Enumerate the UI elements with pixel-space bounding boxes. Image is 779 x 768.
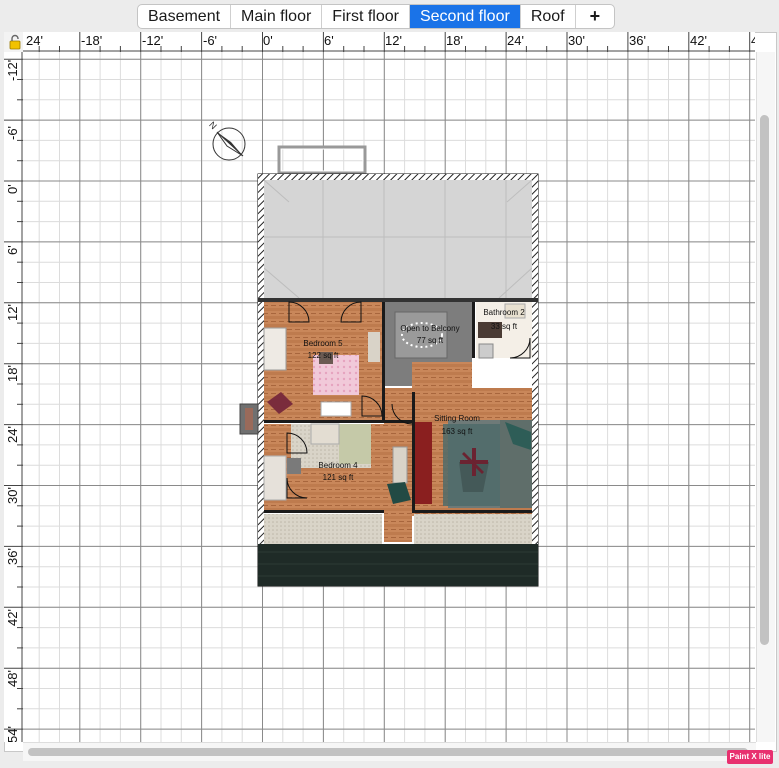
ruler-top-label: -6' [203, 33, 218, 48]
room-name-open-to-balcony: Open to Balcony [400, 324, 459, 333]
ruler-left-label: 30' [5, 487, 20, 504]
watermark-badge: Paint X lite [727, 750, 773, 764]
ruler-left-label: 12' [5, 304, 20, 321]
lock-icon[interactable] [8, 34, 22, 50]
level-tabs: Basement Main floor First floor Second f… [137, 4, 616, 29]
compass-icon: N [207, 120, 246, 161]
horizontal-ruler: 24' -18' -12' -6' 0' 6' 12' 18' 24' 30' … [23, 32, 755, 53]
ruler-left-label: -12' [5, 59, 20, 81]
vertical-ruler: -12' -6' 0' 6' 12' 18' 24' 30' 36' 42' 4… [4, 52, 24, 742]
ruler-top-label: 0' [263, 33, 273, 48]
ruler-top-label: 18' [446, 33, 463, 48]
ruler-left-label: -6' [5, 125, 20, 140]
room-name-bedroom-4: Bedroom 4 [318, 461, 358, 470]
ruler-top-label: 42' [690, 33, 707, 48]
ruler-top-label: 30' [568, 33, 585, 48]
horizontal-scroll-thumb[interactable] [28, 748, 748, 756]
ruler-top-label: 6' [324, 33, 334, 48]
ruler-left-label: 0' [5, 184, 20, 194]
ruler-left-label: 18' [5, 365, 20, 382]
room-area-open-to-balcony: 77 sq ft [417, 336, 444, 345]
ruler-left-label: 54' [5, 726, 20, 742]
tab-basement[interactable]: Basement [138, 5, 232, 28]
ruler-top-label: 4 [751, 33, 755, 48]
ruler-left-label: 42' [5, 609, 20, 626]
ruler-top-label: -18' [81, 33, 103, 48]
room-name-sitting-room: Sitting Room [434, 414, 480, 423]
add-level-button[interactable]: + [576, 5, 615, 28]
room-area-bedroom-4: 121 sq ft [323, 473, 354, 482]
tab-second-floor[interactable]: Second floor [409, 5, 521, 28]
ruler-top-label: 36' [629, 33, 646, 48]
floor-plan-drawing: N Bedroom 5 122 sq ft Open to Balcony 77… [23, 52, 755, 742]
tab-main-floor[interactable]: Main floor [231, 5, 323, 28]
svg-text:N: N [207, 120, 219, 132]
room-name-bedroom-5: Bedroom 5 [303, 339, 343, 348]
ruler-left-label: 36' [5, 548, 20, 565]
ruler-top-label: 12' [385, 33, 402, 48]
ruler-top-label: 24' [26, 33, 43, 48]
ruler-top-label: 24' [507, 33, 524, 48]
room-area-bedroom-5: 122 sq ft [308, 351, 339, 360]
tab-roof[interactable]: Roof [521, 5, 576, 28]
room-area-bathroom-2: 33 sq ft [491, 322, 518, 331]
ruler-left-label: 6' [5, 245, 20, 255]
ruler-top-label: -12' [142, 33, 164, 48]
room-name-bathroom-2: Bathroom 2 [483, 308, 525, 317]
ruler-left-label: 24' [5, 426, 20, 443]
room-area-sitting-room: 163 sq ft [442, 427, 473, 436]
tab-first-floor[interactable]: First floor [322, 5, 410, 28]
vertical-scroll-thumb[interactable] [760, 115, 769, 645]
plan-canvas[interactable]: N Bedroom 5 122 sq ft Open to Balcony 77… [23, 52, 755, 742]
ruler-left-label: 48' [5, 670, 20, 687]
